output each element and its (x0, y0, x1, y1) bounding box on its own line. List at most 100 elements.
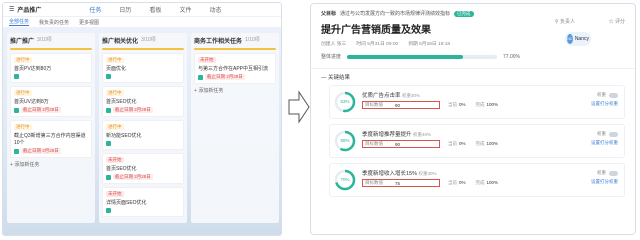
breadcrumb-prefix: 父目标 (321, 11, 337, 17)
column-header: 推广推广 3/10项 (10, 36, 92, 45)
task-card[interactable]: 未开始 详情页面SEO优化 (102, 187, 184, 217)
task-card[interactable]: 进行中 首页SEO优化 截止日期 2月28日 (102, 86, 184, 117)
kr-current-value: 0% (459, 180, 466, 185)
column-color-bar (194, 48, 276, 50)
checkbox-icon[interactable] (14, 148, 19, 154)
checkbox-icon[interactable] (106, 174, 111, 180)
task-title: 截止Q3新增第三方合作内容渠道10个 (14, 133, 86, 146)
checkbox-icon[interactable] (14, 107, 19, 113)
task-card[interactable]: 进行中 首页PV达到80万 (10, 53, 92, 83)
meta-due: 到期 5月28日 18:18 (408, 42, 451, 47)
column-count: 3/10项 (37, 37, 52, 43)
progress-fill (347, 54, 463, 59)
rating-label[interactable]: ☆ 评分 (609, 18, 625, 25)
comparison-figure: ☰ 产品推广 任务 日历 看板 文件 动态 全部任务 我负责的任务 更多视图 推… (0, 0, 640, 240)
kr-weight-label: 权重 (597, 131, 606, 136)
arrow-right-icon (288, 90, 310, 124)
checkbox-icon[interactable] (14, 74, 19, 79)
progress-text: 77.00% (503, 53, 520, 60)
set-weight-link[interactable]: 设置打分权重 (591, 179, 618, 185)
kr-current-label: 当前 (448, 180, 457, 185)
column-count: 1/10项 (245, 37, 260, 43)
key-result-card[interactable]: 70% 季度新增收入增长15% 权重30% 目标数值 75 当前 0% 完成 100% … (329, 163, 625, 197)
kr-target-field[interactable]: 目标数值 90 (362, 101, 440, 109)
kr-target-field[interactable]: 目标数值 75 (362, 179, 440, 187)
owner-label: ⚲ 负责人 (554, 19, 575, 25)
due-date-badge: 截止日期 2月28日 (205, 74, 245, 80)
checkbox-icon[interactable] (106, 107, 111, 113)
weight-toggle[interactable] (609, 131, 618, 137)
task-title: 新功能SEO优化 (106, 133, 142, 139)
status-badge: 进行中 (106, 124, 124, 130)
set-weight-link[interactable]: 设置打分权重 (591, 140, 618, 146)
task-title: 页面优化 (106, 66, 127, 72)
column-count: 3/10项 (141, 37, 156, 43)
kr-target-label: 目标数值 (365, 102, 383, 107)
kr-current-value: 0% (459, 141, 466, 146)
column-color-bar (10, 48, 92, 50)
kr-target-field[interactable]: 目标数值 90 (362, 140, 440, 148)
kr-done: 完成 100% (476, 141, 499, 147)
avatar-icon: NC (567, 34, 573, 44)
kr-done-value: 100% (486, 180, 499, 185)
checkbox-icon[interactable] (106, 74, 111, 79)
weight-toggle[interactable] (609, 170, 618, 176)
board-topbar: ☰ 产品推广 任务 日历 看板 文件 动态 (3, 3, 281, 17)
kr-percent: 70% (340, 177, 350, 182)
checkbox-icon[interactable] (106, 141, 111, 146)
add-task-label: 添加新任务 (198, 88, 224, 94)
progress-track (347, 54, 498, 59)
meta-time: 时间 5月31日 09:00 (356, 42, 399, 47)
task-card[interactable]: 未开始 首页SEO优化 截止日期 2月28日 (102, 153, 184, 184)
board-column: 推广相关优化 3/10项 进行中 页面优化 进行中 首页SEO优化 截止日期 2月… (99, 33, 187, 223)
task-card[interactable]: 进行中 新功能SEO优化 (102, 120, 184, 150)
menu-icon[interactable]: ☰ (9, 6, 14, 13)
kr-target-label: 目标数值 (365, 180, 383, 185)
progress-label: 整体进度 (321, 54, 342, 60)
subnav-all-tasks[interactable]: 全部任务 (9, 18, 30, 26)
due-date-badge: 截止日期 2月28日 (113, 107, 153, 113)
weight-toggle[interactable] (609, 92, 618, 98)
task-card[interactable]: 进行中 页面优化 (102, 53, 184, 83)
due-date-badge: 截止日期 2月28日 (21, 148, 61, 154)
kr-weight-label: 权重 (597, 92, 606, 97)
key-results-header: — 关键结果 (321, 75, 351, 81)
status-badge: 未开始 (106, 191, 124, 197)
breadcrumb-text[interactable]: 通过与公司发展方向一致的市场规律评测绩效指标 (340, 10, 450, 17)
add-task-button[interactable]: + 添加新任务 (10, 161, 92, 168)
task-card[interactable]: 进行中 首页UV达到8万 截止日期 2月28日 (10, 86, 92, 117)
key-result-card[interactable]: 53% 优质广告点击率 权重30% 目标数值 90 当前 0% 完成 100% 权重 设置… (329, 85, 625, 119)
status-badge: 进行中 (106, 57, 124, 63)
set-weight-link[interactable]: 设置打分权重 (591, 101, 618, 107)
task-title: 首页SEO优化 (106, 99, 137, 105)
status-badge: 未开始 (106, 157, 124, 163)
nav-tab-files[interactable]: 文件 (179, 5, 191, 14)
key-result-card[interactable]: 58% 季度新增推荐量提升 权重40% 目标数值 90 当前 0% 完成 100% 权重… (329, 124, 625, 158)
board-columns: 推广推广 3/10项 进行中 首页PV达到80万 进行中 首页UV达到8万 截止日… (7, 33, 279, 223)
divider (311, 68, 635, 69)
kr-weight-label: 权重 (597, 170, 606, 175)
nav-tab-calendar[interactable]: 日历 (119, 5, 131, 14)
kr-done: 完成 100% (476, 102, 499, 108)
task-title: 首页UV达到8万 (14, 99, 49, 105)
task-card[interactable]: 进行中 截止Q3新增第三方合作内容渠道10个 截止日期 2月28日 (10, 120, 92, 158)
subnav-more-views[interactable]: 更多视图 (79, 19, 99, 26)
project-title: 产品推广 (17, 8, 42, 14)
kr-current-value: 0% (459, 102, 466, 107)
task-board-screenshot: ☰ 产品推广 任务 日历 看板 文件 动态 全部任务 我负责的任务 更多视图 推… (2, 2, 282, 236)
subnav-my-tasks[interactable]: 我负责的任务 (39, 19, 69, 26)
checkbox-icon[interactable] (106, 208, 111, 213)
column-header: 推广相关优化 3/10项 (102, 36, 184, 45)
nav-tab-activity[interactable]: 动态 (209, 5, 221, 14)
task-card[interactable]: 未开始 与第三方合作在APP中互相引流 截止日期 2月28日 (194, 53, 276, 84)
due-date-badge: 截止日期 2月28日 (21, 107, 61, 113)
avatar[interactable]: NC Nancy (565, 32, 591, 46)
checkbox-icon[interactable] (198, 74, 203, 80)
breadcrumb: 父目标 通过与公司发展方向一致的市场规律评测绩效指标 已完成 (321, 10, 625, 17)
add-task-button[interactable]: + 添加新任务 (194, 87, 276, 94)
nav-tab-tasks[interactable]: 任务 (89, 5, 101, 14)
project-nav: 任务 日历 看板 文件 动态 (89, 5, 221, 14)
nav-tab-board[interactable]: 看板 (149, 5, 161, 14)
task-title: 详情页面SEO优化 (106, 200, 147, 206)
kr-done-value: 100% (486, 141, 499, 146)
